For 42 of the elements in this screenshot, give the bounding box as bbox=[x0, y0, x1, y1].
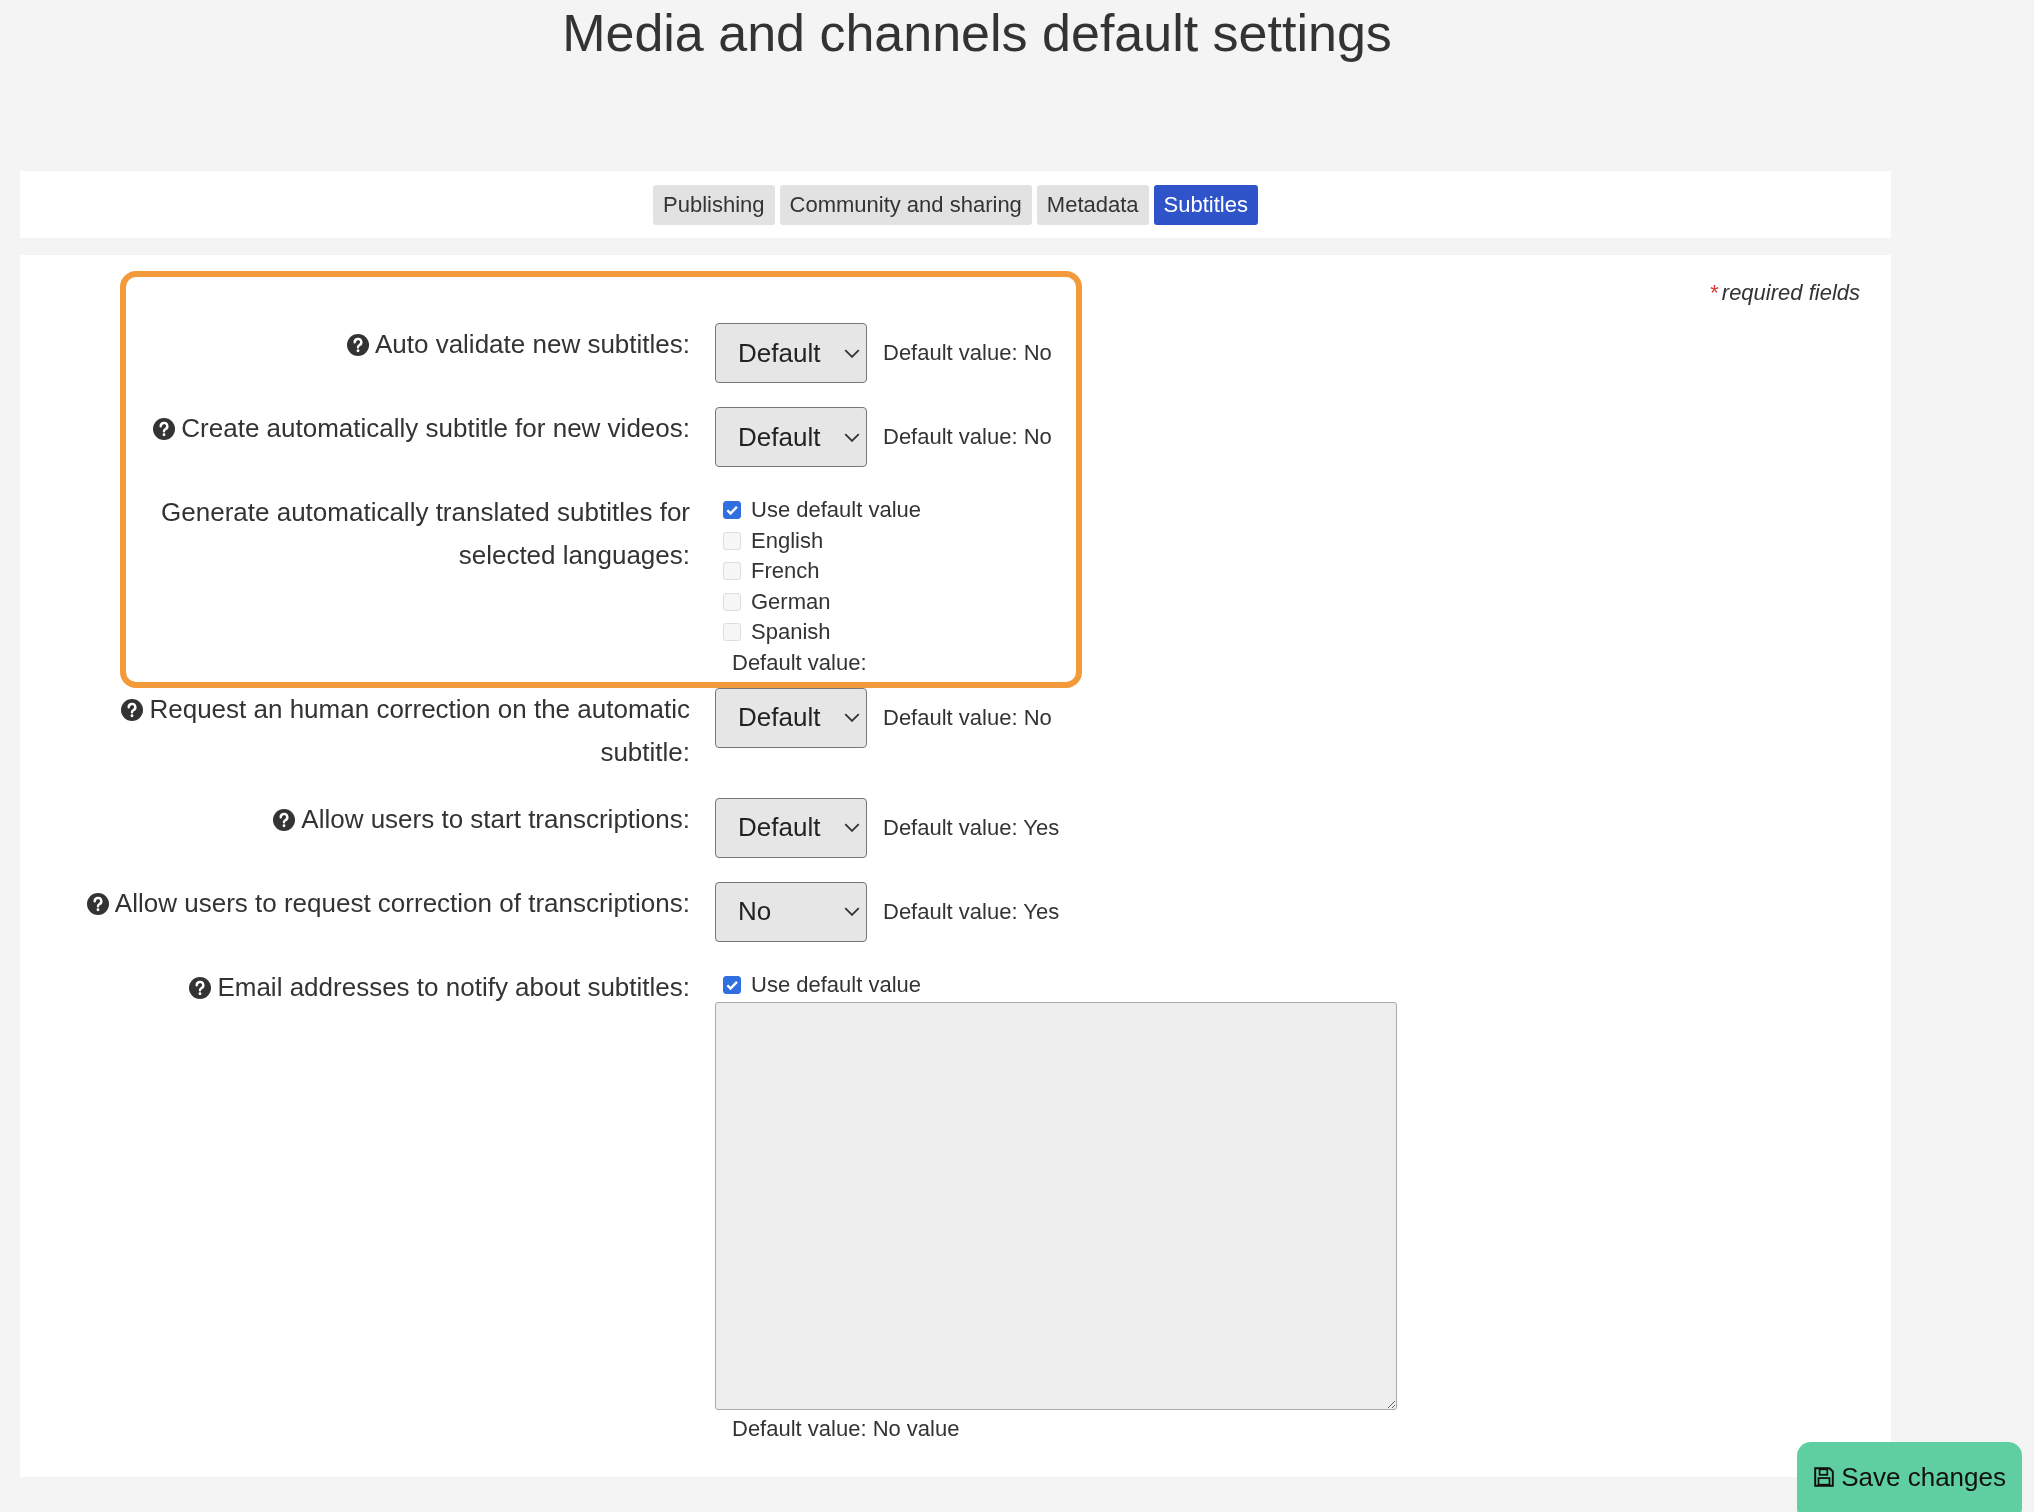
default-value-text: Default value: Yes bbox=[883, 814, 1060, 841]
field-label: Auto validate new subtitles: bbox=[346, 323, 690, 366]
checkbox-label: Use default value bbox=[751, 971, 921, 998]
field-label: Request an human correction on the automatic subtitle: bbox=[80, 687, 690, 774]
help-icon[interactable] bbox=[86, 892, 109, 915]
field-label: Generate automatically translated subtitles for selected languages: bbox=[160, 496, 690, 572]
tab[interactable]: Publishing bbox=[653, 184, 775, 225]
chevron-down-icon bbox=[844, 348, 860, 358]
checkbox-label: French bbox=[751, 558, 820, 585]
checkbox-label: Use default value bbox=[751, 497, 921, 524]
default-value-text: Default value: No bbox=[883, 340, 1052, 366]
save-button[interactable]: Save changes bbox=[1797, 1442, 2022, 1512]
checkbox-label: German bbox=[751, 588, 831, 615]
default-value-text: Default value: No bbox=[883, 424, 1052, 450]
field-label: Allow users to request correction of transcriptions: bbox=[86, 881, 690, 925]
help-icon[interactable] bbox=[346, 334, 369, 356]
chevron-down-icon bbox=[844, 907, 860, 916]
chevron-down-icon bbox=[844, 823, 860, 832]
checkbox-label: English bbox=[751, 527, 824, 554]
checkbox[interactable] bbox=[723, 501, 741, 520]
help-icon[interactable] bbox=[153, 418, 176, 440]
chevron-down-icon bbox=[844, 432, 860, 442]
tab[interactable]: Community and sharing bbox=[779, 184, 1032, 225]
select-dropdown[interactable]: Default bbox=[715, 407, 867, 467]
page-title: Media and channels default settings bbox=[561, 3, 1393, 64]
field-label: Create automatically subtitle for new videos: bbox=[153, 407, 690, 450]
chevron-down-icon bbox=[844, 713, 860, 722]
help-icon[interactable] bbox=[273, 808, 296, 831]
default-value-text: Default value: Yes bbox=[883, 898, 1060, 925]
select-dropdown[interactable]: Default bbox=[715, 797, 867, 858]
select-dropdown[interactable]: No bbox=[715, 881, 867, 942]
default-value-text: Default value: No bbox=[883, 704, 1052, 731]
default-value-text: Default value: No value bbox=[731, 1415, 961, 1443]
select-dropdown[interactable]: Default bbox=[715, 323, 867, 383]
field-label: Allow users to start transcriptions: bbox=[273, 797, 690, 841]
tab[interactable]: Metadata bbox=[1036, 184, 1149, 225]
checkbox-label: Spanish bbox=[751, 619, 831, 646]
help-icon[interactable] bbox=[121, 698, 144, 721]
field-label: Email addresses to notify about subtitles: bbox=[189, 965, 690, 1009]
select-dropdown[interactable]: Default bbox=[715, 687, 867, 748]
tab[interactable]: Subtitles bbox=[1153, 184, 1258, 225]
default-value-text: Default value: bbox=[731, 648, 868, 677]
